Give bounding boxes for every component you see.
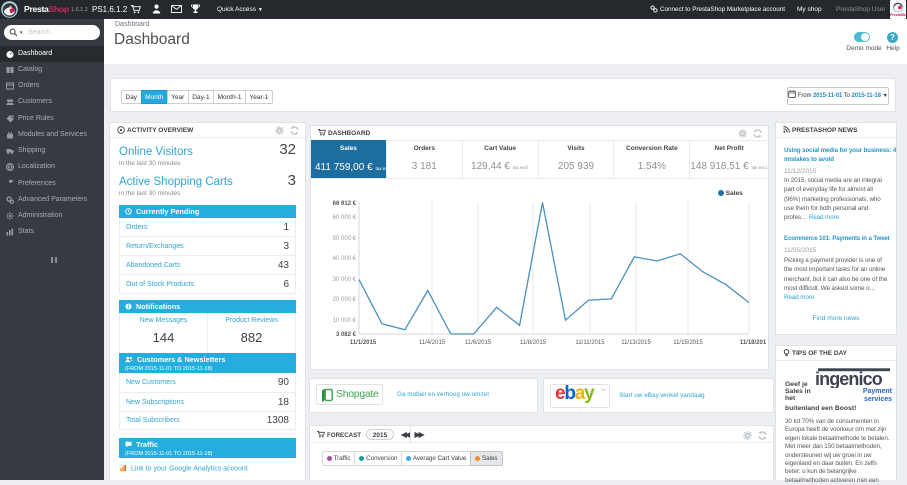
- svg-text:11/1/2015: 11/1/2015: [350, 340, 377, 346]
- svg-text:50 000 €: 50 000 €: [333, 236, 357, 242]
- svg-text:11/11/2015: 11/11/2015: [575, 340, 605, 346]
- svg-text:11/18/201: 11/18/201: [740, 340, 767, 346]
- svg-text:ingenico: ingenico: [816, 369, 883, 388]
- svg-text:11/15/2015: 11/15/2015: [673, 340, 703, 346]
- svg-text:11/6/2015: 11/6/2015: [465, 340, 492, 346]
- svg-text:20 000 €: 20 000 €: [333, 297, 357, 303]
- svg-text:60 000 €: 60 000 €: [333, 215, 357, 221]
- svg-text:40 000 €: 40 000 €: [333, 256, 357, 262]
- svg-text:10 000 €: 10 000 €: [333, 318, 357, 324]
- svg-text:3 082 €: 3 082 €: [336, 332, 357, 338]
- svg-text:11/4/2015: 11/4/2015: [419, 340, 446, 346]
- svg-text:11/8/2015: 11/8/2015: [520, 340, 547, 346]
- svg-text:11/13/2015: 11/13/2015: [621, 340, 651, 346]
- svg-text:66 912 €: 66 912 €: [333, 201, 357, 207]
- svg-text:30 000 €: 30 000 €: [333, 277, 357, 283]
